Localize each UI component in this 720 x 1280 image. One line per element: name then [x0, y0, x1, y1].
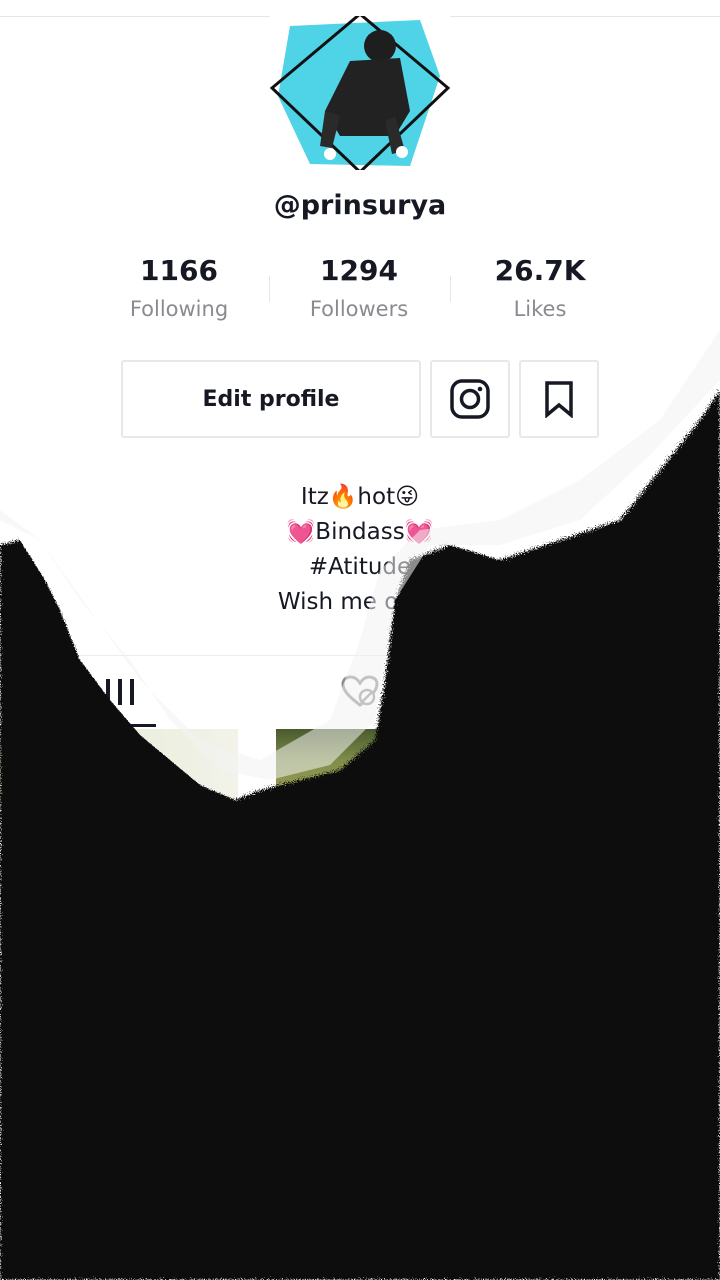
stat-followers[interactable]: 1294 Followers — [269, 254, 449, 321]
tab-liked[interactable] — [240, 656, 480, 728]
bookmark-icon — [545, 381, 573, 418]
video-thumbnail[interactable] — [0, 729, 238, 809]
avatar[interactable] — [270, 16, 450, 170]
liked-hidden-icon — [341, 675, 379, 707]
stat-following[interactable]: 1166 Following — [89, 254, 269, 321]
bio-line: Itz🔥hot😜 — [300, 484, 420, 510]
bio-line: #Atitude — [308, 554, 412, 580]
tab-videos[interactable] — [0, 656, 240, 728]
grid-icon — [106, 679, 134, 705]
edit-profile-button[interactable]: Edit profile — [121, 360, 421, 438]
bio-line: 💓Bindass💓 — [286, 519, 434, 545]
profile-tabs — [0, 655, 720, 728]
stat-value: 1294 — [320, 254, 398, 287]
active-tab-indicator — [84, 724, 156, 727]
stat-label: Likes — [513, 297, 567, 321]
bio-line: Wish me on..1 — [277, 589, 443, 615]
stat-label: Following — [129, 297, 229, 321]
video-thumbnail[interactable] — [276, 729, 386, 809]
avatar-image — [270, 16, 450, 170]
profile-handle: @prinsurya — [273, 190, 447, 221]
stat-value: 26.7K — [494, 254, 586, 287]
stat-value: 1166 — [140, 254, 218, 287]
bookmark-button[interactable] — [519, 360, 599, 438]
instagram-button[interactable] — [430, 360, 510, 438]
video-grid — [0, 729, 720, 809]
instagram-icon — [450, 379, 490, 419]
stat-label: Followers — [309, 297, 409, 321]
stat-likes[interactable]: 26.7K Likes — [450, 254, 630, 321]
